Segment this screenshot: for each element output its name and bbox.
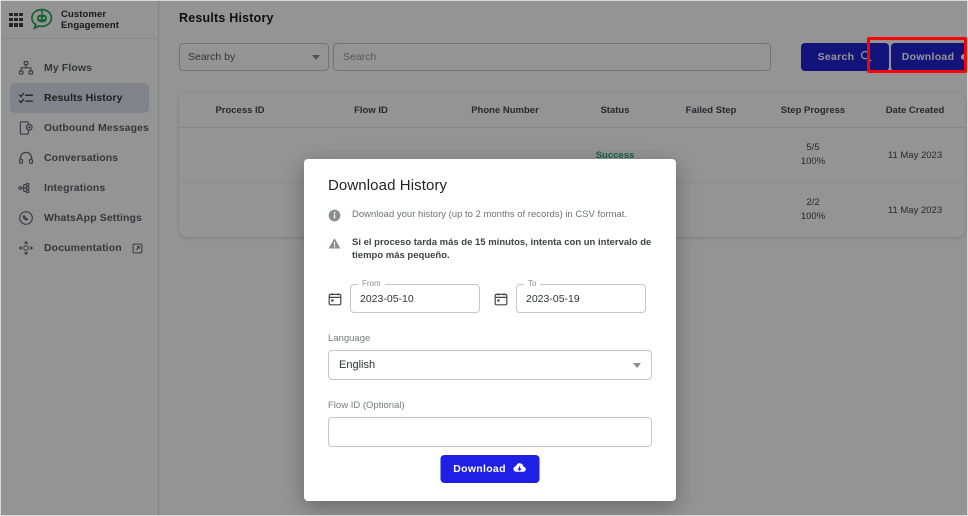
cloud-download-icon <box>513 462 527 477</box>
from-date-legend: From <box>358 279 385 288</box>
chevron-down-icon <box>633 362 641 368</box>
to-date-legend: To <box>524 279 541 288</box>
app-window: Customer Engagement My Flows Results His… <box>0 0 968 516</box>
flow-id-label: Flow ID (Optional) <box>328 400 405 411</box>
info-note: Download your history (up to 2 months of… <box>328 208 652 222</box>
date-range-row: From 2023-05-10 To 2023-05-19 <box>328 279 652 313</box>
to-date-field[interactable]: To 2023-05-19 <box>516 279 646 313</box>
from-date-field[interactable]: From 2023-05-10 <box>350 279 480 313</box>
language-label: Language <box>328 333 371 344</box>
language-select[interactable]: English <box>328 350 652 380</box>
warning-note-text: Si el proceso tarda más de 15 minutos, i… <box>352 237 652 261</box>
from-date-value: 2023-05-10 <box>360 292 414 305</box>
download-history-dialog: Download History Download your history (… <box>304 159 676 501</box>
flow-id-input[interactable] <box>328 417 652 447</box>
calendar-icon[interactable] <box>328 292 342 306</box>
dialog-download-label: Download <box>453 463 506 475</box>
warning-triangle-icon <box>328 237 341 250</box>
to-date-value: 2023-05-19 <box>526 292 580 305</box>
info-circle-icon <box>328 209 341 222</box>
flow-id-block: Flow ID (Optional) <box>328 400 652 447</box>
from-date-group: From 2023-05-10 <box>328 279 480 313</box>
to-date-group: To 2023-05-19 <box>494 279 646 313</box>
calendar-icon[interactable] <box>494 292 508 306</box>
language-value: English <box>339 359 376 371</box>
dialog-title: Download History <box>328 177 448 194</box>
warning-note: Si el proceso tarda más de 15 minutos, i… <box>328 236 652 262</box>
dialog-download-button[interactable]: Download <box>440 455 540 483</box>
language-block: Language English <box>328 333 652 380</box>
info-note-text: Download your history (up to 2 months of… <box>352 209 628 220</box>
